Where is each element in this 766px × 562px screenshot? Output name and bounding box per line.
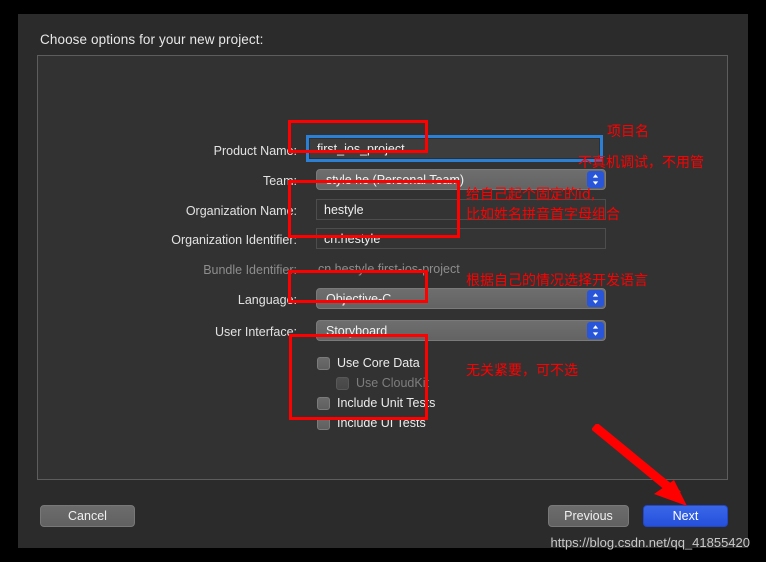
highlight-box-checkboxes [289,334,428,420]
label-bundle-identifier: Bundle Identifier: [203,263,297,277]
arrow-pointing-to-next-icon [592,424,687,506]
annotation-team: 不真机调试，不用管 [578,155,704,171]
chevron-updown-icon[interactable] [587,290,604,307]
highlight-box-organization [288,180,460,238]
highlight-box-language [288,270,428,303]
label-organization-identifier: Organization Identifier: [171,233,297,247]
chevron-updown-icon[interactable] [587,322,604,339]
annotation-language: 根据自己的情况选择开发语言 [466,273,648,289]
label-team: Team: [262,174,297,188]
label-product-name: Product Name: [213,144,297,158]
annotation-checkboxes: 无关紧要，可不选 [466,363,578,379]
label-language: Language: [237,293,297,307]
annotation-product-name: 项目名 [607,124,649,140]
highlight-box-product-name [288,120,428,153]
annotation-org-id-line1: 给自己起个固定的id, [466,187,596,203]
annotation-org-id-line2: 比如姓名拼音首字母组合 [466,207,620,223]
watermark-url: https://blog.csdn.net/qq_41855420 [550,535,751,550]
label-organization-name: Organization Name: [185,204,297,218]
chevron-updown-icon[interactable] [587,171,604,188]
label-user-interface: User Interface: [215,325,297,339]
cancel-button[interactable]: Cancel [40,505,135,527]
